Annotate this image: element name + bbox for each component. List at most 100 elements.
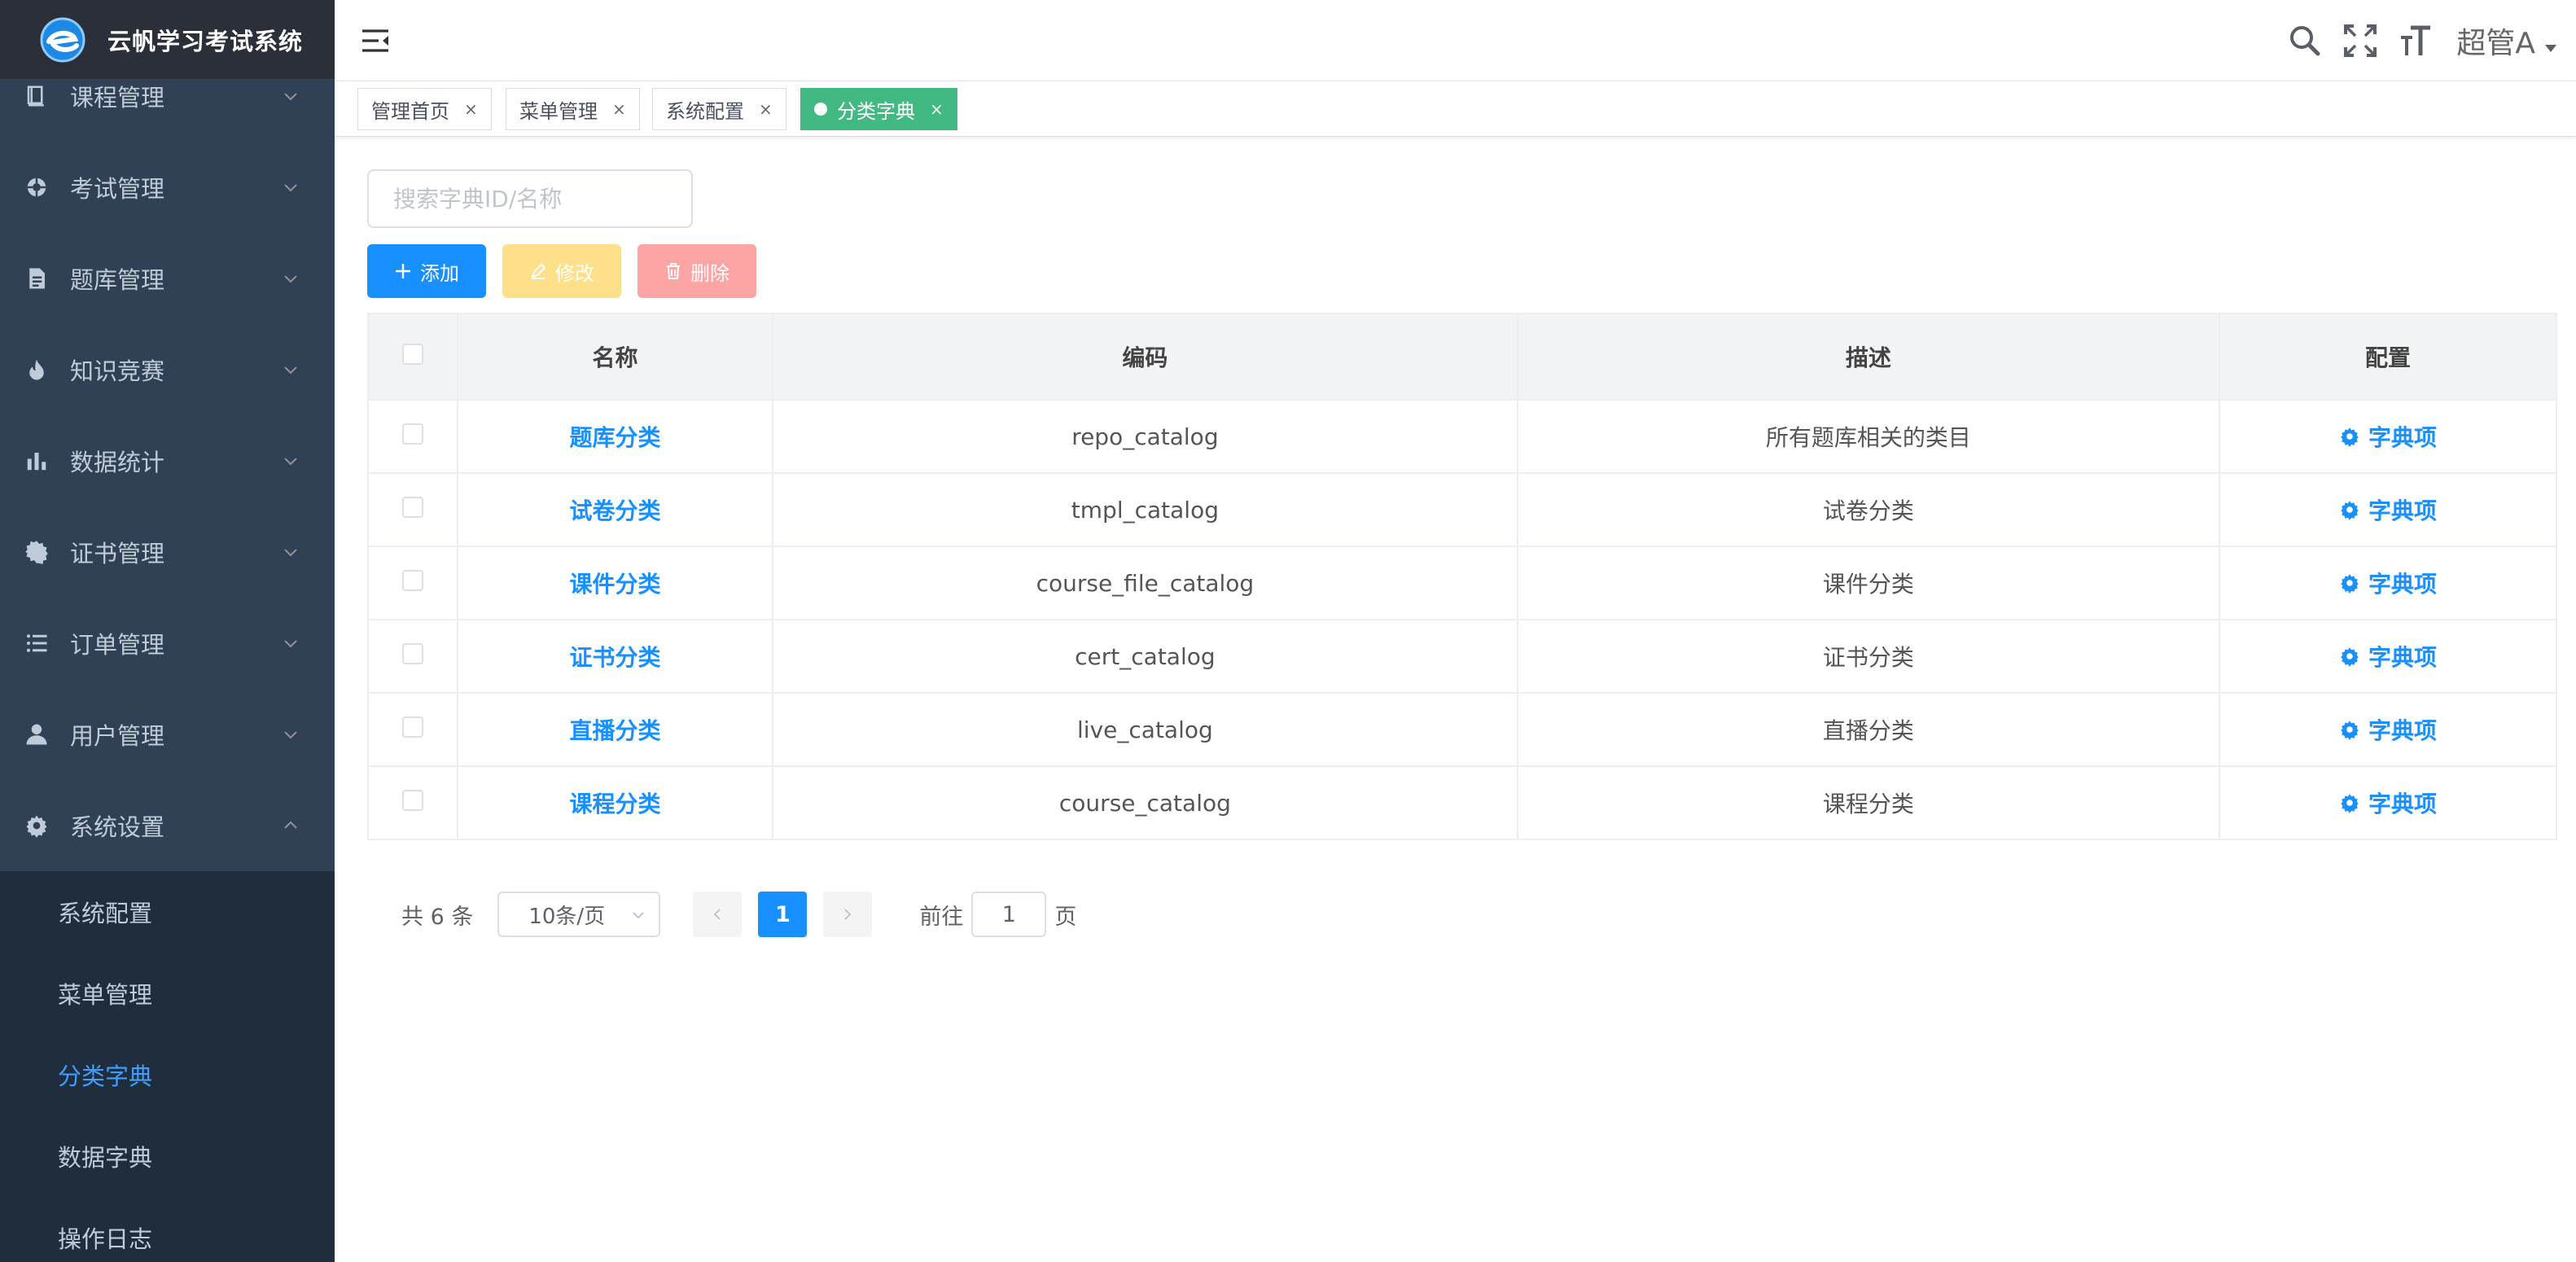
dict-items-link[interactable]: 字典项 <box>2339 640 2437 673</box>
chevron-down-icon <box>284 93 297 101</box>
sidebar-subitem-category-dictionary[interactable]: 分类字典 <box>0 1034 335 1115</box>
edit-button[interactable]: 修改 <box>502 244 621 298</box>
row-check-cell <box>367 765 458 840</box>
gear-icon <box>2341 647 2359 667</box>
table-header-row: 名称 编码 描述 配置 <box>367 313 2558 401</box>
goto-page-input[interactable] <box>971 892 1047 937</box>
dict-items-link[interactable]: 字典项 <box>2339 787 2437 819</box>
sidebar-item-users[interactable]: 用户管理 <box>0 689 335 780</box>
tag-system-config[interactable]: 系统配置 × <box>652 88 786 130</box>
user-name[interactable]: 超管A <box>2456 20 2535 62</box>
close-icon[interactable]: × <box>612 99 626 119</box>
name-link[interactable]: 课程分类 <box>569 791 660 817</box>
sidebar-item-system-settings[interactable]: 系统设置 <box>0 780 335 871</box>
main-content: 添加 修改 删除 名称 编码 描述 配置 题库分类 repo_catalog 所… <box>335 137 2576 1262</box>
name-link[interactable]: 题库分类 <box>569 424 660 451</box>
sidebar-subitem-menu-management[interactable]: 菜单管理 <box>0 953 335 1034</box>
dict-items-link[interactable]: 字典项 <box>2339 567 2437 599</box>
add-button-label: 添加 <box>420 261 459 285</box>
sidebar-item-exams[interactable]: 考试管理 <box>0 142 335 233</box>
close-icon[interactable]: × <box>930 99 944 119</box>
close-icon[interactable]: × <box>464 99 478 119</box>
config-cell: 字典项 <box>2218 546 2558 620</box>
code-cell: course_catalog <box>771 765 1518 840</box>
description-cell: 所有题库相关的类目 <box>1516 399 2220 474</box>
fullscreen-icon[interactable] <box>2342 23 2378 59</box>
sidebar-item-contest[interactable]: 知识竞赛 <box>0 324 335 415</box>
sidebar-menu: 课程管理 考试管理 题库管理 知识竞赛 数据统计 证书管理 订单管理 用户管理 … <box>0 50 335 1262</box>
dict-items-link[interactable]: 字典项 <box>2339 713 2437 746</box>
row-checkbox[interactable] <box>402 789 423 811</box>
row-checkbox[interactable] <box>402 569 423 591</box>
tag-label: 菜单管理 <box>519 99 598 123</box>
chevron-down-icon <box>284 184 297 192</box>
delete-button[interactable]: 删除 <box>637 244 756 298</box>
target-icon <box>23 173 50 201</box>
search-input[interactable] <box>367 169 693 228</box>
dict-items-label: 字典项 <box>2368 791 2437 817</box>
tag-category-dictionary[interactable]: 分类字典 × <box>800 88 957 130</box>
table-row: 课程分类 course_catalog 课程分类 字典项 <box>367 765 2558 840</box>
dict-items-link[interactable]: 字典项 <box>2339 493 2437 526</box>
code-cell: live_catalog <box>771 692 1518 767</box>
goto-label: 前往 <box>919 904 964 930</box>
page-size-select[interactable]: 10条/页 <box>497 892 661 937</box>
book-icon <box>23 82 50 110</box>
name-link[interactable]: 证书分类 <box>569 644 660 671</box>
gear-icon <box>23 812 50 839</box>
row-checkbox[interactable] <box>402 642 423 664</box>
name-cell: 试卷分类 <box>457 472 773 547</box>
chevron-down-icon <box>633 912 645 919</box>
goto-suffix: 页 <box>1054 904 1077 930</box>
row-check-cell <box>367 619 458 694</box>
config-cell: 字典项 <box>2218 472 2558 547</box>
dict-items-label: 字典项 <box>2368 424 2437 451</box>
sidebar-item-question-bank[interactable]: 题库管理 <box>0 233 335 324</box>
bar-chart-icon <box>23 447 50 475</box>
chevron-down-icon <box>284 640 297 648</box>
close-icon[interactable]: × <box>759 99 773 119</box>
row-checkbox[interactable] <box>402 716 423 738</box>
name-cell: 题库分类 <box>457 399 773 474</box>
delete-button-label: 删除 <box>690 261 729 285</box>
sidebar-item-certificates[interactable]: 证书管理 <box>0 506 335 598</box>
tag-label: 管理首页 <box>371 99 449 123</box>
gear-icon <box>2341 574 2359 594</box>
name-link[interactable]: 试卷分类 <box>569 497 660 524</box>
next-page-button[interactable] <box>823 892 873 937</box>
sidebar-subitem-operation-log[interactable]: 操作日志 <box>0 1197 335 1262</box>
select-all-checkbox[interactable] <box>402 343 423 365</box>
search-icon[interactable] <box>2287 23 2323 59</box>
sidebar-subitem-system-config[interactable]: 系统配置 <box>0 871 335 953</box>
sidebar-item-label: 数据统计 <box>70 449 165 476</box>
description-cell: 证书分类 <box>1516 619 2220 694</box>
add-button[interactable]: 添加 <box>367 244 486 298</box>
prev-page-button[interactable] <box>693 892 743 937</box>
tags-view: 管理首页 × 菜单管理 × 系统配置 × 分类字典 × <box>335 81 2576 137</box>
row-checkbox[interactable] <box>402 423 423 445</box>
dict-items-label: 字典项 <box>2368 644 2437 671</box>
sidebar-item-statistics[interactable]: 数据统计 <box>0 415 335 506</box>
chevron-up-icon <box>284 821 297 829</box>
caret-down-icon[interactable] <box>2543 41 2558 55</box>
chevron-down-icon <box>284 458 297 466</box>
row-checkbox[interactable] <box>402 496 423 518</box>
menu-fold-icon[interactable] <box>359 24 392 57</box>
document-icon <box>23 265 50 292</box>
name-link[interactable]: 直播分类 <box>569 717 660 744</box>
sidebar-item-label: 考试管理 <box>70 175 165 203</box>
config-cell: 字典项 <box>2218 692 2558 767</box>
dict-items-link[interactable]: 字典项 <box>2339 420 2437 453</box>
name-cell: 课件分类 <box>457 546 773 620</box>
sidebar-subitem-data-dictionary[interactable]: 数据字典 <box>0 1115 335 1197</box>
description-cell: 试卷分类 <box>1516 472 2220 547</box>
tag-menu-management[interactable]: 菜单管理 × <box>506 88 640 130</box>
sidebar-item-label: 题库管理 <box>70 266 165 294</box>
tag-dashboard[interactable]: 管理首页 × <box>357 88 492 130</box>
page-number-button[interactable]: 1 <box>758 892 808 937</box>
name-link[interactable]: 课件分类 <box>569 571 660 598</box>
sidebar-item-orders[interactable]: 订单管理 <box>0 598 335 689</box>
select-all-cell <box>367 313 458 401</box>
font-size-icon[interactable] <box>2398 23 2434 59</box>
user-icon <box>23 721 50 748</box>
